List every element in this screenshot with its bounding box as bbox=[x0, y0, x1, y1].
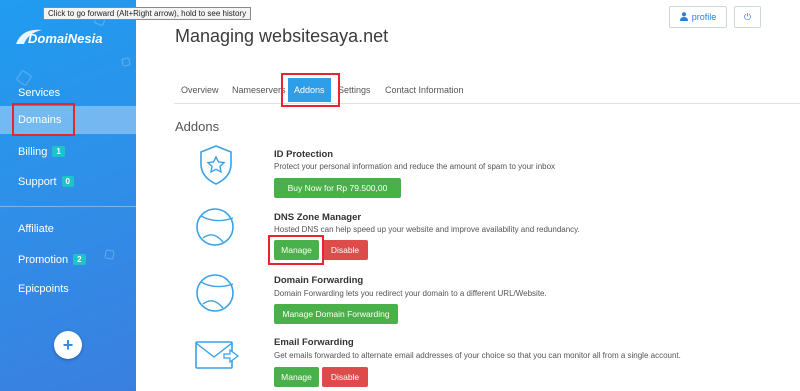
promotion-count-badge: 2 bbox=[73, 254, 86, 265]
domainesia-logo[interactable]: DomaiNesia bbox=[14, 24, 114, 50]
logo-text: DomaiNesia bbox=[28, 31, 102, 46]
profile-button[interactable]: profile bbox=[669, 6, 727, 28]
addon-desc-email-forwarding: Get emails forwarded to alternate email … bbox=[274, 351, 681, 360]
billing-count-badge: 1 bbox=[52, 146, 65, 157]
sidebar-item-label: Billing bbox=[18, 146, 48, 158]
sidebar-divider bbox=[0, 206, 136, 207]
sidebar-item-label: Support bbox=[18, 176, 57, 188]
profile-label: profile bbox=[691, 12, 717, 22]
user-icon bbox=[679, 7, 688, 27]
sidebar-item-epicpoints[interactable]: Epicpoints bbox=[0, 274, 136, 304]
addon-title-id-protection: ID Protection bbox=[274, 149, 334, 160]
sidebar: DomaiNesia Services Domains Billing 1 Sup… bbox=[0, 0, 136, 391]
tabs-underline bbox=[174, 103, 800, 104]
tab-settings[interactable]: Settings bbox=[338, 78, 371, 102]
addon-title-domain-forwarding: Domain Forwarding bbox=[274, 275, 364, 286]
section-title: Addons bbox=[175, 119, 220, 134]
addon-desc-id-protection: Protect your personal information and re… bbox=[274, 162, 556, 171]
logout-button[interactable]: ⏻ bbox=[734, 6, 761, 28]
power-icon: ⏻ bbox=[743, 12, 752, 22]
tab-contact-information[interactable]: Contact Information bbox=[385, 78, 464, 102]
support-count-badge: 0 bbox=[61, 176, 74, 187]
manage-domain-forwarding-button[interactable]: Manage Domain Forwarding bbox=[274, 304, 398, 324]
dns-disable-button[interactable]: Disable bbox=[322, 240, 368, 260]
email-disable-button[interactable]: Disable bbox=[322, 367, 368, 387]
addon-desc-domain-forwarding: Domain Forwarding lets you redirect your… bbox=[274, 289, 547, 298]
addon-title-email-forwarding: Email Forwarding bbox=[274, 337, 354, 348]
sidebar-item-billing[interactable]: Billing 1 bbox=[0, 137, 136, 167]
tab-nameservers[interactable]: Nameservers bbox=[232, 78, 286, 102]
manage-highlight-box bbox=[268, 235, 324, 265]
sidebar-item-label: Epicpoints bbox=[18, 283, 69, 295]
sidebar-item-label: Promotion bbox=[18, 254, 69, 266]
domains-highlight-box bbox=[12, 103, 75, 136]
tab-overview[interactable]: Overview bbox=[181, 78, 219, 102]
addon-desc-dns-zone-manager: Hosted DNS can help speed up your websit… bbox=[274, 225, 580, 234]
page-title: Managing websitesaya.net bbox=[175, 26, 389, 46]
sidebar-item-affiliate[interactable]: Affiliate bbox=[0, 214, 136, 244]
decorative-square bbox=[121, 57, 131, 67]
sidebar-item-promotion[interactable]: Promotion 2 bbox=[0, 245, 136, 275]
globe-icon bbox=[193, 270, 239, 321]
email-forward-icon bbox=[194, 338, 240, 377]
sidebar-item-label: Affiliate bbox=[18, 223, 54, 235]
shield-star-icon bbox=[196, 143, 236, 192]
email-manage-button[interactable]: Manage bbox=[274, 367, 319, 387]
addon-title-dns-zone-manager: DNS Zone Manager bbox=[274, 212, 362, 223]
forward-tooltip: Click to go forward (Alt+Right arrow), h… bbox=[43, 7, 252, 20]
globe-icon bbox=[193, 204, 239, 255]
addons-highlight-box bbox=[281, 73, 340, 107]
sidebar-item-support[interactable]: Support 0 bbox=[0, 167, 136, 197]
buy-id-protection-button[interactable]: Buy Now for Rp 79.500,00 bbox=[274, 178, 401, 198]
add-button[interactable]: + bbox=[54, 331, 82, 359]
